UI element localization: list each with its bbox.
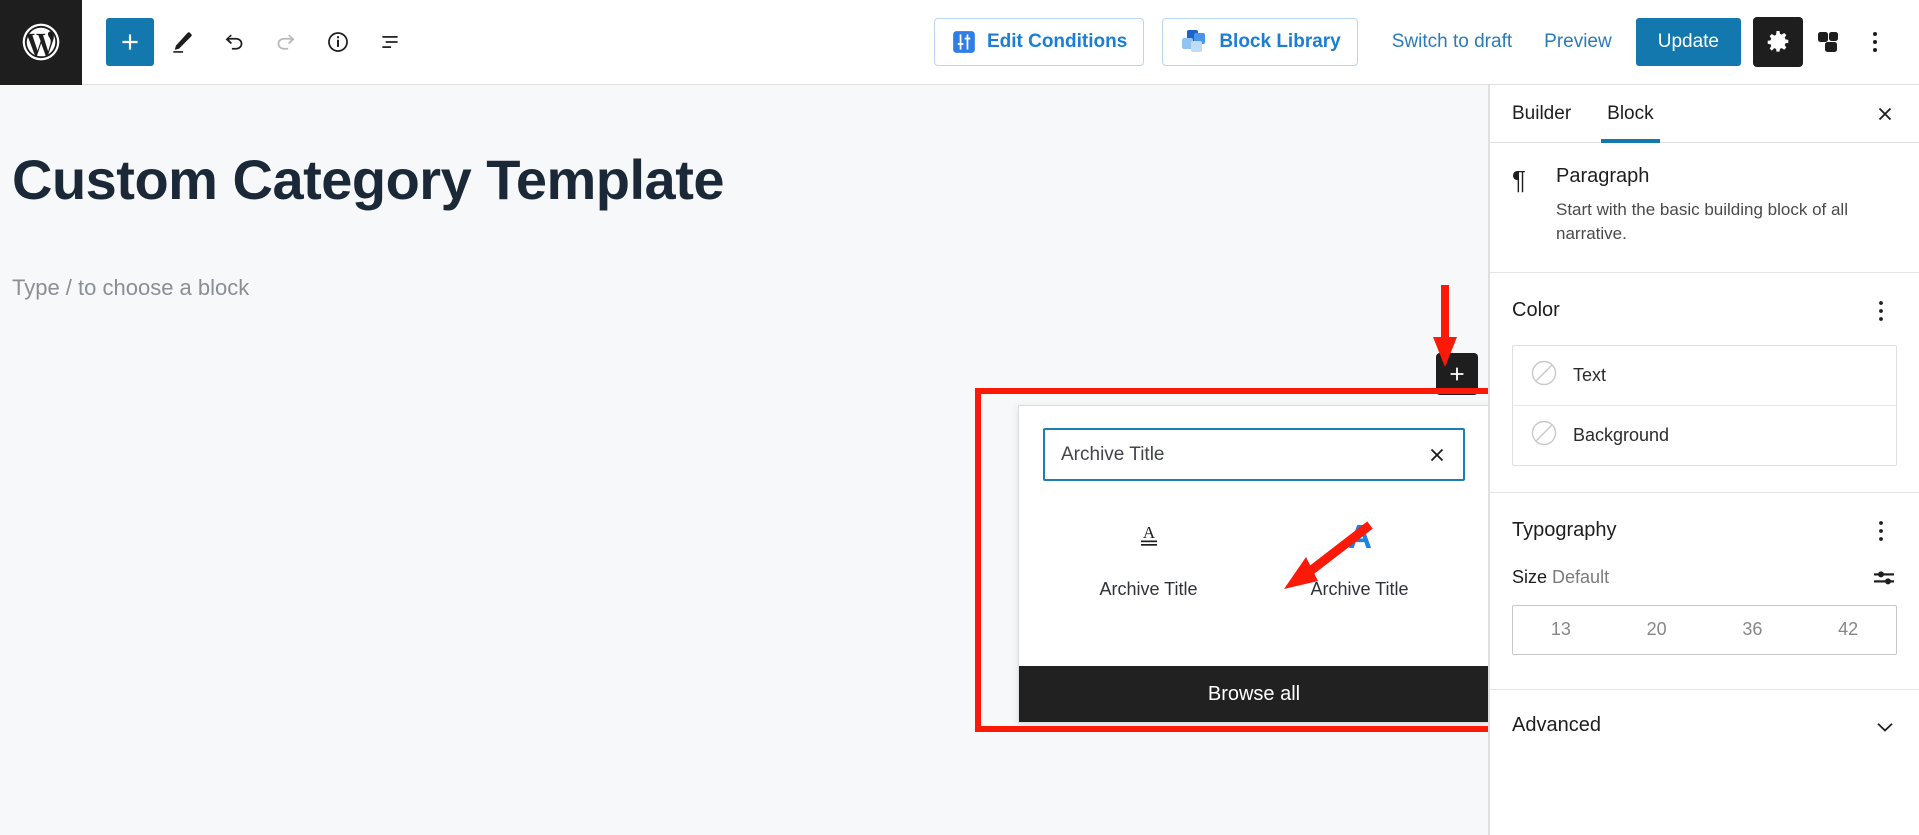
color-options-button[interactable] (1865, 295, 1897, 327)
tab-builder[interactable]: Builder (1494, 85, 1589, 142)
close-sidebar-button[interactable] (1865, 94, 1905, 134)
font-size-row: Size Default (1490, 565, 1919, 591)
edit-conditions-label: Edit Conditions (986, 31, 1128, 52)
editor-canvas[interactable]: Custom Category Template Type / to choos… (0, 85, 1489, 835)
custom-size-sliders-icon (1874, 570, 1894, 584)
block-inserter-plus-button[interactable] (1436, 353, 1478, 395)
plus-icon (122, 34, 138, 50)
redo-button[interactable] (262, 18, 310, 66)
advanced-section-toggle[interactable]: Advanced (1490, 688, 1919, 762)
undo-button[interactable] (210, 18, 258, 66)
sidebar-tablist: Builder Block (1490, 85, 1919, 143)
custom-size-toggle-button[interactable] (1871, 565, 1897, 591)
undo-arrow-icon (225, 34, 243, 50)
kebab-menu-icon (1873, 32, 1877, 52)
kebab-menu-icon (1879, 300, 1883, 321)
selected-block-info: ¶ Paragraph Start with the basic buildin… (1490, 143, 1919, 273)
quick-inserter-search[interactable] (1043, 428, 1465, 481)
page-title[interactable]: Custom Category Template (12, 147, 724, 212)
block-result-label: Archive Title (1310, 579, 1409, 599)
sliders-icon (951, 29, 977, 55)
font-size-value: Default (1552, 567, 1610, 588)
typography-section-title: Typography (1512, 519, 1617, 542)
blocks-icon (1818, 32, 1838, 52)
update-button[interactable]: Update (1635, 18, 1741, 66)
selected-block-name: Paragraph (1556, 165, 1650, 187)
typography-section-header: Typography (1490, 493, 1919, 565)
font-size-label-group: Size Default (1512, 567, 1609, 588)
info-circle-icon (328, 32, 348, 52)
block-library-button[interactable]: Block Library (1162, 18, 1358, 66)
block-result-archive-title-heading[interactable]: A Archive Title (1254, 509, 1465, 666)
toolbar-right-group: Edit Conditions Block Library Switch to … (933, 17, 1919, 67)
color-section-title: Color (1512, 299, 1560, 322)
svg-text:A: A (1348, 518, 1372, 555)
redo-arrow-icon (277, 34, 295, 50)
color-row-background[interactable]: Background (1513, 404, 1896, 465)
clear-search-button[interactable] (1419, 437, 1455, 473)
preview-button[interactable]: Preview (1528, 18, 1628, 66)
settings-sidebar: Builder Block ¶ Paragraph Start with the… (1489, 85, 1919, 835)
edit-conditions-button[interactable]: Edit Conditions (933, 18, 1145, 66)
toolbar-left-group (82, 18, 414, 66)
switch-to-draft-button[interactable]: Switch to draft (1376, 18, 1528, 66)
pencil-icon (173, 32, 192, 53)
more-options-button[interactable] (1853, 17, 1897, 67)
wordpress-logo-icon[interactable] (0, 0, 82, 85)
color-options-list: Text Background (1512, 344, 1897, 466)
plus-icon (1450, 367, 1464, 381)
selected-block-text: Paragraph Start with the basic building … (1556, 165, 1897, 246)
font-size-label: Size (1512, 567, 1548, 588)
tab-block[interactable]: Block (1589, 85, 1671, 143)
close-icon (1878, 107, 1892, 120)
color-row-label: Text (1573, 364, 1607, 385)
letter-a-icon: A (1340, 517, 1380, 559)
browse-all-button[interactable]: Browse all (1019, 666, 1488, 722)
quick-inserter-search-wrapper (1019, 406, 1488, 481)
color-section-header: Color (1490, 273, 1919, 345)
blocks-toggle-button[interactable] (1803, 17, 1853, 67)
editor-toolbar: Edit Conditions Block Library Switch to … (0, 0, 1919, 85)
empty-paragraph-placeholder[interactable]: Type / to choose a block (12, 275, 249, 301)
archive-title-underline-icon: A (1132, 517, 1166, 559)
quick-block-inserter-popup: A Archive Title A Archive Title (1018, 405, 1488, 723)
quick-inserter-results: A Archive Title A Archive Title (1019, 481, 1488, 666)
add-block-button[interactable] (106, 18, 154, 66)
typography-options-button[interactable] (1865, 515, 1897, 547)
close-icon (1430, 448, 1444, 461)
kebab-menu-icon (1879, 520, 1883, 541)
list-view-button[interactable] (366, 18, 414, 66)
paragraph-pilcrow-icon: ¶ (1512, 165, 1526, 195)
font-size-presets: 13 20 36 42 (1512, 604, 1897, 655)
font-size-preset-1[interactable]: 20 (1609, 606, 1705, 654)
details-button[interactable] (314, 18, 362, 66)
color-row-label: Background (1573, 424, 1670, 445)
svg-text:A: A (1142, 523, 1155, 542)
gear-icon (1767, 31, 1789, 52)
stacked-blocks-icon (1179, 28, 1209, 56)
no-color-circle-icon (1531, 360, 1557, 391)
advanced-label: Advanced (1512, 714, 1601, 737)
block-result-archive-title-text[interactable]: A Archive Title (1043, 509, 1254, 666)
settings-button[interactable] (1753, 17, 1803, 67)
font-size-preset-2[interactable]: 36 (1705, 606, 1801, 654)
tools-button[interactable] (158, 18, 206, 66)
color-row-text[interactable]: Text (1513, 346, 1896, 405)
block-result-label: Archive Title (1099, 579, 1198, 599)
font-size-preset-0[interactable]: 13 (1513, 606, 1609, 654)
no-color-circle-icon (1531, 420, 1557, 451)
font-size-preset-3[interactable]: 42 (1800, 606, 1896, 654)
block-library-label: Block Library (1219, 31, 1341, 52)
block-search-input[interactable] (1045, 430, 1463, 479)
wordpress-block-editor: Edit Conditions Block Library Switch to … (0, 0, 1919, 835)
chevron-down-icon (1877, 722, 1893, 732)
list-view-icon (382, 36, 398, 48)
selected-block-description: Start with the basic building block of a… (1556, 200, 1848, 243)
